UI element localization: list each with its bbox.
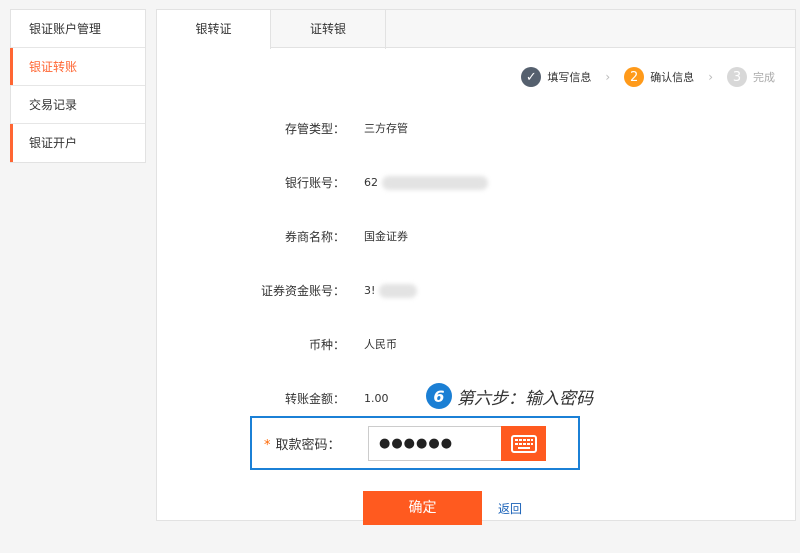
- keyboard-icon: [510, 434, 537, 453]
- broker-name-value: 国金证券: [364, 230, 408, 243]
- step-label: 完成: [753, 71, 775, 84]
- securities-account-value-wrap: 3!: [364, 281, 417, 301]
- currency-row: 币种： 人民币: [157, 335, 797, 355]
- bank-account-row: 银行账号： 62: [157, 173, 797, 193]
- tab-bank-to-securities[interactable]: 银转证: [157, 10, 271, 49]
- sidebar: 银证账户管理 银证转账 交易记录 银证开户: [10, 9, 146, 163]
- step-number: 2: [624, 67, 645, 87]
- required-mark: *: [264, 438, 271, 453]
- custody-type-value: 三方存管: [364, 122, 408, 135]
- tab-bar: 银转证 证转银: [157, 10, 795, 49]
- chevron-right-icon: ›: [605, 70, 611, 84]
- sidebar-item-label: 银证转账: [29, 60, 78, 74]
- securities-account-value: 3!: [364, 284, 376, 297]
- password-input[interactable]: ●●●●●●: [368, 426, 502, 461]
- step-fill-info: ✓ 填写信息: [521, 67, 591, 87]
- confirm-button[interactable]: 确定: [363, 491, 482, 525]
- masked-digits: [378, 284, 417, 298]
- sidebar-item-label: 交易记录: [29, 98, 78, 112]
- securities-account-row: 证券资金账号： 3!: [157, 281, 797, 301]
- step-annotation-text: 第六步：输入密码: [457, 388, 593, 409]
- currency-label: 币种：: [308, 338, 345, 352]
- step-annotation: 6 第六步：输入密码: [426, 382, 593, 410]
- step-confirm-info: 2 确认信息: [624, 67, 694, 87]
- sidebar-item-transaction-records[interactable]: 交易记录: [11, 86, 145, 124]
- check-icon: ✓: [521, 67, 542, 87]
- step-label: 确认信息: [650, 71, 695, 84]
- chevron-right-icon: ›: [708, 70, 713, 84]
- securities-account-label: 证券资金账号：: [260, 284, 345, 298]
- step-label: 填写信息: [547, 71, 592, 84]
- sidebar-item-open-account[interactable]: 银证开户: [10, 124, 145, 162]
- password-label: * 取款密码：: [264, 434, 341, 453]
- broker-name-label: 券商名称：: [284, 230, 345, 244]
- masked-digits: [381, 176, 488, 190]
- step-number: 3: [727, 67, 747, 87]
- bank-account-label: 银行账号：: [284, 176, 345, 190]
- virtual-keyboard-button[interactable]: [501, 426, 546, 461]
- step-number-badge: 6: [426, 383, 452, 409]
- sidebar-item-label: 银证开户: [29, 136, 78, 150]
- progress-steps: ✓ 填写信息 › 2 确认信息 › 3 完成: [521, 66, 775, 88]
- bank-account-value-wrap: 62: [364, 173, 488, 193]
- step-complete: 3 完成: [727, 67, 775, 87]
- sidebar-item-bank-securities-transfer[interactable]: 银证转账: [10, 48, 145, 86]
- custody-type-label: 存管类型：: [284, 122, 345, 136]
- amount-label: 转账金额：: [284, 392, 345, 406]
- password-label-text: 取款密码：: [275, 438, 341, 453]
- bank-account-value: 62: [364, 176, 378, 189]
- back-link[interactable]: 返回: [498, 500, 522, 517]
- amount-value: 1.00: [364, 392, 389, 405]
- transfer-panel: 银转证 证转银 ✓ 填写信息 › 2 确认信息 › 3 完成 存管类型： 三方存…: [156, 9, 797, 525]
- currency-value: 人民币: [364, 338, 397, 351]
- sidebar-item-label: 银证账户管理: [29, 22, 102, 36]
- broker-name-row: 券商名称： 国金证券: [157, 227, 797, 247]
- tab-securities-to-bank[interactable]: 证转银: [271, 10, 386, 49]
- sidebar-item-account-management[interactable]: 银证账户管理: [11, 10, 145, 48]
- custody-type-row: 存管类型： 三方存管: [157, 119, 797, 139]
- password-highlight-box: * 取款密码： ●●●●●●: [250, 416, 580, 470]
